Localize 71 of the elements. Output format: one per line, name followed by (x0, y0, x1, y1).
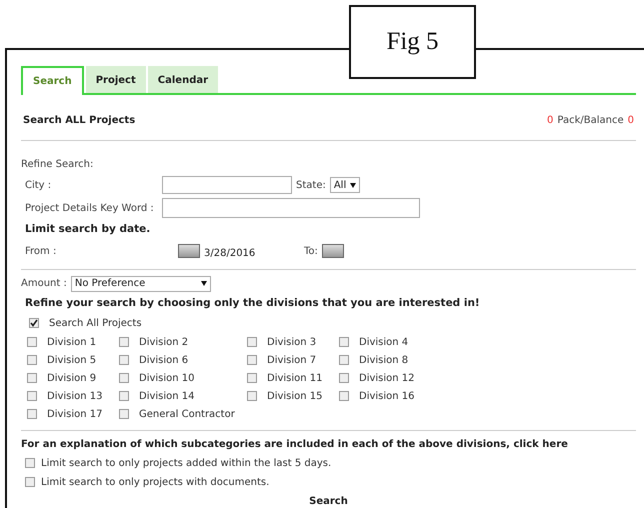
checkbox-label: Division 7 (267, 354, 316, 368)
checkbox[interactable] (119, 373, 129, 383)
checkbox[interactable] (247, 337, 257, 347)
divisions-heading: Refine your search by choosing only the divisions that you are interested in! (24, 296, 481, 311)
checkbox-label: Division 16 (359, 390, 415, 404)
amount-label: Amount : (21, 277, 67, 292)
checkbox-label: Limit search to only projects with documents. (41, 476, 270, 490)
section-title: Search ALL Projects (23, 114, 136, 128)
checkbox[interactable] (119, 337, 129, 347)
checkbox[interactable] (119, 391, 129, 401)
checkbox-label: Division 9 (47, 372, 96, 386)
checkbox[interactable] (27, 373, 37, 383)
checkbox-label: Division 15 (267, 390, 323, 404)
checkbox-label: Division 11 (267, 372, 323, 386)
checkbox[interactable] (27, 409, 37, 419)
pack-balance-label: Pack/Balance (557, 114, 624, 128)
refine-heading: Refine Search: (21, 158, 94, 172)
checkbox-label: Search All Projects (49, 316, 142, 330)
checkbox-label: Division 1 (47, 336, 96, 350)
checkbox-label: Division 14 (139, 390, 195, 404)
from-date: 3/28/2016 (204, 246, 256, 261)
figure-label: Fig 5 (349, 5, 476, 79)
checkbox[interactable] (119, 355, 129, 365)
checkbox[interactable] (247, 391, 257, 401)
from-label: From : (25, 244, 58, 259)
checkbox[interactable] (27, 355, 37, 365)
state-label: State: (296, 178, 326, 192)
tab[interactable]: Calendar (148, 66, 218, 93)
checkbox[interactable] (339, 355, 349, 365)
checkbox[interactable] (119, 409, 129, 419)
pack-count: 0 (547, 114, 554, 128)
checkbox[interactable] (339, 337, 349, 347)
dropdown-caret-icon (200, 281, 207, 286)
checkbox-label: General Contractor (139, 408, 235, 422)
checkbox-label: Division 10 (139, 372, 195, 386)
calendar-button[interactable] (178, 244, 200, 258)
state-dropdown[interactable]: All (330, 177, 360, 193)
checkbox[interactable] (29, 318, 39, 328)
checkbox[interactable] (27, 337, 37, 347)
checkbox[interactable] (339, 373, 349, 383)
checkbox-label: Division 6 (139, 354, 188, 368)
checkbox-label: Division 8 (359, 354, 408, 368)
city-field[interactable] (162, 176, 292, 194)
checkbox-label: Division 13 (47, 390, 103, 404)
checkbox[interactable] (339, 391, 349, 401)
date-heading: Limit search by date. (24, 222, 152, 237)
keyword-label: Project Details Key Word : (25, 202, 155, 216)
dropdown-caret-icon (350, 182, 356, 188)
balance-value: 0 (628, 114, 634, 128)
checkbox[interactable] (25, 477, 35, 487)
click-here-link[interactable]: click here (513, 438, 568, 450)
calendar-button[interactable] (322, 244, 344, 258)
amount-dropdown[interactable]: No Preference (70, 276, 211, 292)
checkbox[interactable] (247, 373, 257, 383)
keyword-field[interactable] (162, 198, 420, 218)
search-button[interactable]: Search (309, 494, 348, 508)
checkbox-label: Limit search to only projects added within the last 5 days. (41, 456, 332, 470)
tab[interactable]: Search (21, 66, 84, 95)
checkbox-label: Division 4 (359, 336, 408, 350)
checkbox-label: Division 2 (139, 336, 188, 350)
checkbox-label: Division 5 (47, 354, 96, 368)
city-label: City : (25, 178, 52, 192)
checkbox-label: Division 3 (267, 336, 316, 350)
checkbox[interactable] (25, 458, 35, 468)
to-label: To: (304, 244, 318, 259)
checkbox[interactable] (27, 391, 37, 401)
tab[interactable]: Project (86, 66, 146, 93)
explanation-text: For an explanation of which subcategories are included in each of the above divisions, click here (21, 438, 569, 452)
checkbox-label: Division 17 (47, 408, 103, 422)
checkbox-label: Division 12 (359, 372, 415, 386)
checkbox[interactable] (247, 355, 257, 365)
